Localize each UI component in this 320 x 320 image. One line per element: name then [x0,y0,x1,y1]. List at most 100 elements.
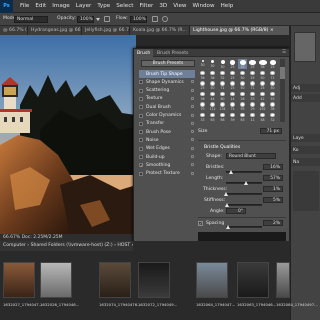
length-slider-knob[interactable] [244,181,249,185]
brush-tip[interactable]: 50 [238,70,247,80]
brush-tip[interactable]: 95 [238,101,247,111]
tab-ko[interactable]: Ko [291,146,320,154]
brush-option-row[interactable]: Wet Edges [139,145,195,153]
brush-tip[interactable]: 29 [248,101,257,111]
layers-list[interactable] [293,171,319,211]
brush-tip[interactable]: 11 [248,112,257,122]
brush-option-row[interactable]: Brush Pose [139,128,195,136]
brush-tip[interactable]: 48 [258,112,267,122]
brush-tip[interactable]: 25 [228,59,237,69]
file-thumbnail[interactable] [3,262,35,298]
spacing-slider[interactable] [226,226,262,228]
lock-icon[interactable] [191,138,194,142]
lock-icon[interactable] [191,88,194,92]
file-thumbnail[interactable] [40,262,72,298]
lock-icon[interactable] [191,155,194,158]
opacity-field[interactable]: 100% [77,16,94,23]
lock-icon[interactable] [191,113,194,117]
angle-field[interactable]: 0° [226,208,246,214]
brush-tip[interactable]: 32 [268,112,277,122]
stiffness-field[interactable]: 5% [263,197,283,203]
brush-option-row[interactable]: Noise [139,136,195,144]
brush-tip[interactable]: 50 [208,80,217,90]
tab-hydrangeas[interactable]: Hydrangeas.jpg @ 66.7% (R... [28,26,82,35]
tab-adjustments[interactable]: Adj [291,84,320,92]
lock-icon[interactable] [191,163,194,167]
brush-option-checkbox[interactable] [139,121,143,126]
document-canvas[interactable] [0,35,136,234]
brush-option-checkbox[interactable] [139,105,143,110]
brush-tip[interactable]: 25 [238,59,247,69]
brush-tip[interactable]: 25 [198,80,207,90]
brush-tip[interactable]: 36 [198,91,207,101]
brush-option-row[interactable]: Dual Brush [139,103,195,111]
lock-icon[interactable] [191,171,194,175]
menu-layer[interactable]: Layer [73,3,95,9]
menu-edit[interactable]: Edit [32,3,49,9]
brush-tip[interactable]: 44 [208,91,217,101]
brush-tip[interactable]: 33 [198,112,207,122]
brush-presets-button[interactable]: Brush Presets [141,60,195,67]
brush-option-checkbox[interactable] [139,113,143,118]
brush-tip[interactable]: 71 [248,80,257,90]
brush-tip[interactable]: 25 [248,70,257,80]
panel-menu-icon[interactable]: ☰ [282,50,286,55]
lock-icon[interactable] [191,121,194,125]
brush-tip[interactable]: 74 [228,101,237,111]
brush-option-row[interactable]: Texture [139,95,195,103]
bristles-slider-knob[interactable] [229,170,234,174]
brush-tip[interactable]: 25 [268,59,277,69]
stiffness-slider-knob[interactable] [225,203,230,207]
brush-tip[interactable]: 32 [218,70,227,80]
tab-brush[interactable]: Brush [134,49,154,57]
brush-option-row[interactable]: Build-up [139,153,195,161]
brush-tip[interactable]: 134 [218,101,227,111]
tab-lighthouse[interactable]: Lighthouse.jpg @ 66.7% (RGB/8) × [190,26,290,35]
menu-filter[interactable]: Filter [136,3,156,9]
brush-tip[interactable]: 55 [268,91,277,101]
brush-option-checkbox[interactable] [139,88,143,93]
stiffness-slider[interactable] [226,204,262,206]
color-picker[interactable] [294,32,316,62]
brush-tip[interactable]: 71 [268,70,277,80]
brush-tip[interactable]: 63 [208,112,217,122]
tab-layers[interactable]: Laye [291,134,320,142]
brush-tip[interactable]: 50 [258,70,267,80]
brush-tip[interactable]: 66 [218,112,227,122]
brush-option-row[interactable]: ✓ Smoothing [139,161,195,169]
brush-tip[interactable]: 63 [238,112,247,122]
pressure-opacity-icon[interactable] [104,16,110,22]
brush-option-row[interactable]: Transfer [139,120,195,128]
thickness-field[interactable]: 1% [263,186,283,192]
spacing-slider-knob[interactable] [226,225,230,229]
brush-option-checkbox[interactable]: ✓ [139,163,143,168]
brush-option-row[interactable]: Brush Tip Shape [139,70,195,78]
brush-tip[interactable]: 50 [238,80,247,90]
opacity-dropdown-icon[interactable] [96,18,100,21]
menu-view[interactable]: View [170,3,189,9]
brush-tip[interactable]: 25 [228,70,237,80]
brush-option-checkbox[interactable] [139,96,143,101]
brush-tip[interactable]: 60 [218,91,227,101]
file-thumbnail[interactable] [99,262,131,298]
tab-na[interactable]: Na [291,158,320,166]
mode-select[interactable]: Normal [14,16,48,23]
brush-tip[interactable]: 14 [228,91,237,101]
menu-file[interactable]: File [17,3,32,9]
brush-tip[interactable]: 33 [248,91,257,101]
brush-option-row[interactable]: Protect Texture [139,170,195,178]
file-thumbnail[interactable] [237,262,269,298]
brush-option-checkbox[interactable] [139,80,143,85]
spacing-field[interactable]: 2% [263,220,283,226]
lock-icon[interactable] [191,130,194,134]
menu-window[interactable]: Window [190,3,218,9]
brush-tip[interactable]: 50 [268,80,277,90]
brush-option-checkbox[interactable] [139,155,143,159]
pressure-size-icon[interactable] [162,16,168,22]
brush-tip[interactable]: 25 [258,80,267,90]
brush-tip[interactable]: 112 [208,101,217,111]
brush-tip[interactable]: 25 [228,80,237,90]
file-thumbnail[interactable] [196,262,228,298]
length-field[interactable]: 57% [263,175,283,181]
brush-tip[interactable]: 192 [258,101,267,111]
